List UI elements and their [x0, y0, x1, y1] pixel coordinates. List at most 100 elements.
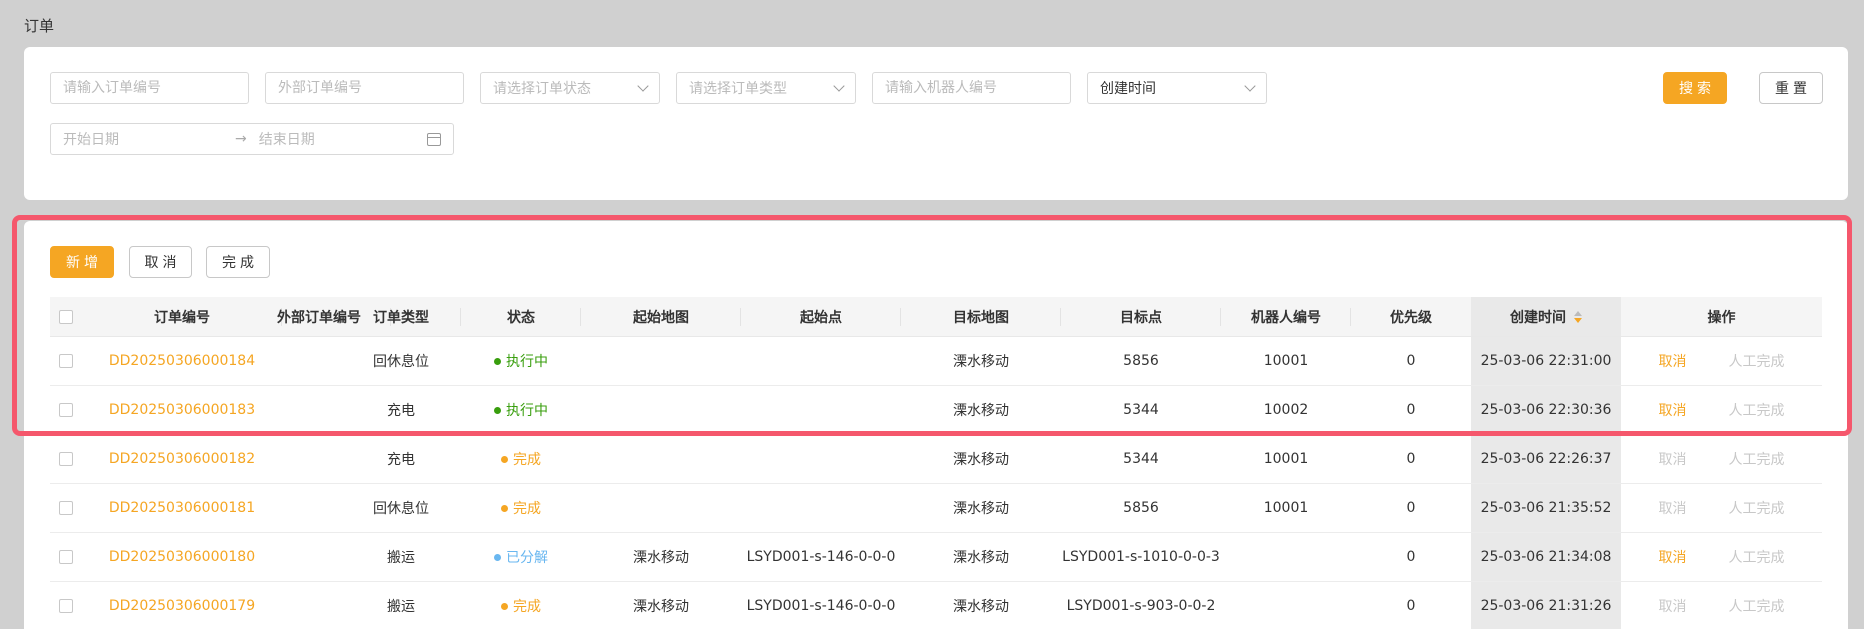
- cell-text: 25-03-06 22:30:36: [1480, 402, 1612, 418]
- header-actions: 操作: [1707, 309, 1736, 326]
- cell-actions: 取消 人工完成: [1621, 533, 1822, 581]
- calendar-icon: [427, 132, 441, 146]
- cancel-button[interactable]: 取消: [129, 246, 192, 278]
- cell-text: LSYD001-s-903-0-0-2: [1066, 598, 1216, 614]
- order-no-link[interactable]: DD20250306000181: [109, 500, 255, 516]
- table-header: 订单编号 外部订单编号 订单类型 状态 起始地图 起始点 目标地图 目标点 机器…: [50, 297, 1822, 337]
- time-type-select[interactable]: 创建时间: [1087, 72, 1267, 104]
- chevron-down-icon: [1244, 80, 1256, 92]
- row-select[interactable]: [50, 386, 82, 434]
- row-checkbox[interactable]: [59, 403, 73, 417]
- row-checkbox[interactable]: [59, 599, 73, 613]
- cell-robot: [1221, 533, 1351, 581]
- order-no-link[interactable]: DD20250306000180: [109, 549, 255, 565]
- header-select-all[interactable]: [50, 297, 82, 336]
- cell-status: 已分解: [461, 533, 581, 581]
- table-row[interactable]: DD20250306000182 充电 完成 溧水移动 5344 10001 0 25-03-…: [50, 435, 1822, 484]
- header-created-time[interactable]: 创建时间: [1471, 297, 1621, 336]
- row-manual-complete-link: 人工完成: [1728, 550, 1785, 566]
- cell-text: 搬运: [387, 599, 415, 615]
- cell-robot: 10001: [1221, 337, 1351, 385]
- order-type-placeholder: 请选择订单类型: [689, 81, 787, 97]
- row-cancel-link[interactable]: 取消: [1659, 400, 1687, 420]
- row-select[interactable]: [50, 533, 82, 581]
- cell-text: 溧水移动: [953, 501, 1009, 517]
- cell-status: 完成: [461, 435, 581, 483]
- cell-target-map: 溧水移动: [901, 533, 1061, 581]
- reset-button[interactable]: 重置: [1759, 72, 1823, 104]
- cell-priority: 0: [1351, 386, 1471, 434]
- cell-start-point: [741, 484, 901, 532]
- order-no-link[interactable]: DD20250306000184: [109, 353, 255, 369]
- cell-text: 溧水移动: [633, 599, 689, 615]
- header-start-point: 起始点: [741, 297, 901, 336]
- order-no-link[interactable]: DD20250306000183: [109, 402, 255, 418]
- header-robot-no: 机器人编号: [1221, 297, 1351, 336]
- row-checkbox[interactable]: [59, 354, 73, 368]
- cell-target-map: 溧水移动: [901, 435, 1061, 483]
- start-date-input[interactable]: 开始日期: [63, 129, 223, 149]
- order-status-placeholder: 请选择订单状态: [493, 81, 591, 97]
- cell-target-point: 5344: [1061, 386, 1221, 434]
- cell-target-map: 溧水移动: [901, 582, 1061, 629]
- table-row[interactable]: DD20250306000180 搬运 已分解 溧水移动 LSYD001-s-146-0…: [50, 533, 1822, 582]
- order-no-link[interactable]: DD20250306000179: [109, 598, 255, 614]
- date-separator: →: [235, 131, 247, 147]
- cell-target-point: 5344: [1061, 435, 1221, 483]
- date-range-picker[interactable]: 开始日期 → 结束日期: [50, 123, 454, 155]
- row-cancel-link[interactable]: 取消: [1659, 547, 1687, 567]
- header-start-map: 起始地图: [581, 297, 741, 336]
- header-target-point: 目标点: [1061, 297, 1221, 336]
- cell-priority: 0: [1351, 337, 1471, 385]
- cell-start-point: LSYD001-s-146-0-0-0: [741, 533, 901, 581]
- sort-icon[interactable]: [1574, 310, 1582, 323]
- cell-text: 25-03-06 21:34:08: [1480, 549, 1612, 565]
- table-row[interactable]: DD20250306000184 回休息位 执行中 溧水移动 5856 10001 0 25-…: [50, 337, 1822, 386]
- cell-robot: 10001: [1221, 484, 1351, 532]
- cell-type: 回休息位: [341, 337, 461, 385]
- row-select[interactable]: [50, 582, 82, 629]
- row-select[interactable]: [50, 337, 82, 385]
- external-order-no-input-field[interactable]: [278, 80, 451, 96]
- row-checkbox[interactable]: [59, 550, 73, 564]
- row-select[interactable]: [50, 435, 82, 483]
- cell-text: LSYD001-s-1010-0-0-3: [1062, 549, 1220, 565]
- order-type-select[interactable]: 请选择订单类型: [676, 72, 856, 104]
- cell-text: 充电: [387, 403, 415, 419]
- select-all-checkbox[interactable]: [59, 309, 73, 324]
- robot-no-input[interactable]: [872, 72, 1071, 104]
- table-row[interactable]: DD20250306000181 回休息位 完成 溧水移动 5856 10001 0 25-0…: [50, 484, 1822, 533]
- cell-target-map: 溧水移动: [901, 386, 1061, 434]
- search-button[interactable]: 搜索: [1663, 72, 1727, 104]
- add-button[interactable]: 新增: [50, 246, 114, 278]
- cell-text: 搬运: [387, 550, 415, 566]
- robot-no-input-field[interactable]: [885, 80, 1058, 96]
- cell-created: 25-03-06 22:31:00: [1471, 337, 1621, 385]
- table-row[interactable]: DD20250306000183 充电 执行中 溧水移动 5344 10002 0 25-03…: [50, 386, 1822, 435]
- order-no-input[interactable]: [50, 72, 249, 104]
- row-manual-complete-link: 人工完成: [1728, 354, 1785, 370]
- cell-robot: 10001: [1221, 435, 1351, 483]
- cell-created: 25-03-06 22:26:37: [1471, 435, 1621, 483]
- complete-button[interactable]: 完成: [206, 246, 270, 278]
- row-cancel-link[interactable]: 取消: [1659, 351, 1687, 371]
- cell-status: 完成: [461, 582, 581, 629]
- order-no-input-field[interactable]: [63, 80, 236, 96]
- order-status-select[interactable]: 请选择订单状态: [480, 72, 660, 104]
- cell-text: 10001: [1263, 451, 1309, 467]
- row-select[interactable]: [50, 484, 82, 532]
- table-row[interactable]: DD20250306000179 搬运 完成 溧水移动 LSYD001-s-146-0-…: [50, 582, 1822, 629]
- cell-text: 0: [1406, 598, 1416, 614]
- cell-text: 25-03-06 22:26:37: [1480, 451, 1612, 467]
- row-checkbox[interactable]: [59, 501, 73, 515]
- time-type-value: 创建时间: [1100, 81, 1156, 97]
- header-status: 状态: [461, 297, 581, 336]
- order-no-link[interactable]: DD20250306000182: [109, 451, 255, 467]
- status-dot-icon: [494, 553, 501, 561]
- end-date-input[interactable]: 结束日期: [259, 129, 427, 149]
- row-checkbox[interactable]: [59, 452, 73, 466]
- header-target-map: 目标地图: [901, 297, 1061, 336]
- cell-status: 执行中: [461, 337, 581, 385]
- external-order-no-input[interactable]: [265, 72, 464, 104]
- cell-priority: 0: [1351, 582, 1471, 629]
